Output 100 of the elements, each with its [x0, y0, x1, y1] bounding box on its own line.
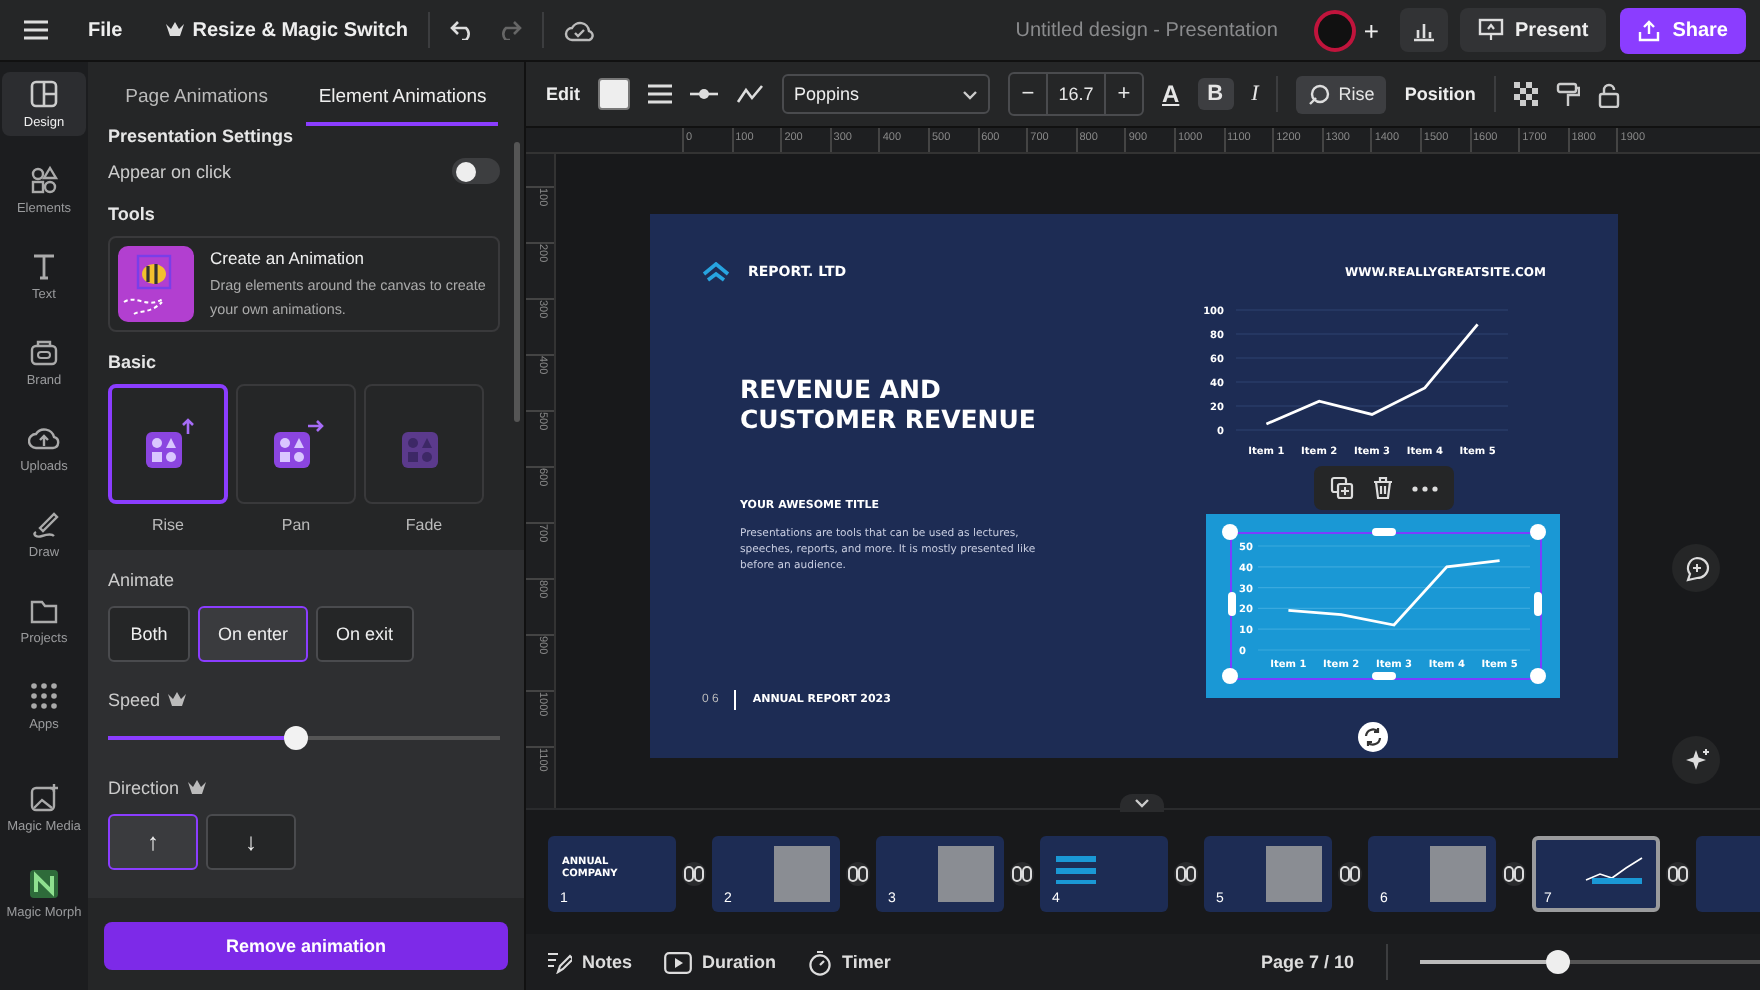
duplicate-icon[interactable] — [1330, 476, 1354, 500]
crown-icon — [187, 780, 206, 796]
pencil-lines-icon — [546, 950, 572, 974]
position-button[interactable]: Position — [1404, 84, 1476, 104]
animation-tile[interactable] — [364, 384, 484, 504]
photo-placeholder — [1430, 846, 1486, 902]
present-button[interactable]: Present — [1459, 8, 1607, 52]
transition-diagonal-icon — [684, 866, 704, 882]
chevron-logo-icon — [702, 262, 730, 282]
animate-option-button[interactable]: On enter — [198, 606, 309, 662]
file-menu[interactable]: File — [88, 19, 123, 41]
image-sparkle-icon — [28, 782, 60, 814]
resize-handle[interactable] — [1227, 592, 1235, 616]
transition-button[interactable] — [1502, 862, 1526, 886]
photo-placeholder — [938, 846, 994, 902]
zoom-slider[interactable] — [1420, 950, 1760, 974]
menu-icon[interactable] — [24, 20, 48, 40]
transparency-icon[interactable] — [1513, 82, 1538, 106]
add-comment-button[interactable] — [1672, 544, 1720, 592]
notes-button[interactable]: Notes — [546, 950, 633, 974]
insights-button[interactable] — [1399, 8, 1448, 52]
bold-button[interactable]: B — [1197, 78, 1234, 110]
direction-button[interactable]: ↓ — [206, 814, 296, 870]
slider-thumb[interactable] — [1546, 950, 1570, 974]
animation-tile[interactable] — [108, 384, 228, 504]
more-icon[interactable] — [1412, 485, 1438, 491]
upload-icon — [1638, 19, 1661, 41]
transition-icon — [1504, 866, 1524, 882]
transition-button[interactable] — [846, 862, 870, 886]
slide-title: CUSTOMER REVENUE — [740, 404, 1038, 434]
animation-tile[interactable] — [236, 384, 356, 504]
rotate-handle-icon[interactable] — [1358, 722, 1388, 752]
animate-option-button[interactable]: Both — [108, 606, 190, 662]
duration-button[interactable]: Duration — [664, 951, 777, 973]
slider-thumb[interactable] — [284, 726, 309, 750]
transition-button[interactable] — [1174, 862, 1198, 886]
toggle-label: Appear on click — [108, 161, 232, 181]
transition-icon — [1176, 866, 1196, 882]
decrease-size-button[interactable]: − — [1010, 74, 1046, 114]
line-end-icon[interactable] — [690, 86, 718, 102]
transition-button[interactable] — [1338, 862, 1362, 886]
transition-button[interactable] — [1666, 862, 1690, 886]
animate-button[interactable]: Rise — [1296, 75, 1387, 113]
photo-placeholder — [1266, 846, 1322, 902]
font-size-field[interactable]: 16.7 — [1046, 74, 1106, 114]
increase-size-button[interactable]: + — [1106, 74, 1142, 114]
animation-label: Rise — [151, 516, 184, 534]
resize-handle[interactable] — [1533, 592, 1541, 616]
avatar[interactable] — [1313, 9, 1356, 51]
add-collaborator-button[interactable]: + — [1363, 15, 1380, 45]
animate-option-button[interactable]: On exit — [316, 606, 414, 662]
toggle-switch[interactable] — [452, 158, 500, 184]
transition-button[interactable] — [682, 862, 706, 886]
stopwatch-icon — [808, 949, 833, 975]
grid-icon — [28, 680, 60, 712]
photo-placeholder — [774, 846, 830, 902]
direction-button[interactable]: ↑ — [108, 814, 198, 870]
color-swatch[interactable] — [598, 78, 630, 110]
paint-roller-icon[interactable] — [1555, 81, 1580, 107]
transition-button[interactable] — [1010, 862, 1034, 886]
transition-icon — [848, 866, 868, 882]
italic-button[interactable]: I — [1251, 82, 1259, 106]
layout-icon — [28, 78, 60, 110]
animation-icon — [1308, 83, 1331, 105]
line-chart-drawing — [1584, 856, 1644, 884]
font-dropdown[interactable]: Poppins — [782, 74, 990, 114]
pen-icon — [28, 508, 60, 540]
remove-animation-button[interactable]: Remove animation — [104, 922, 508, 970]
play-box-icon — [664, 951, 693, 973]
bee-drawing — [118, 246, 194, 322]
lock-icon[interactable] — [1597, 81, 1620, 107]
line-weight-icon[interactable] — [648, 84, 672, 104]
chevron-down-icon — [962, 89, 978, 99]
crown-icon — [168, 692, 187, 708]
curve-icon[interactable] — [736, 84, 764, 104]
slide[interactable] — [650, 214, 1618, 758]
panel-tab[interactable]: Element Animations — [306, 86, 499, 126]
collapse-tab[interactable] — [1120, 794, 1164, 812]
transition-icon — [1012, 866, 1032, 882]
slide-title: REVENUE AND — [740, 374, 943, 404]
sparkle-icon — [1683, 747, 1709, 773]
timer-button[interactable]: Timer — [808, 949, 891, 975]
resize-menu[interactable]: Resize & Magic Switch — [192, 19, 409, 41]
speed-slider[interactable] — [108, 726, 500, 750]
shapes-icon — [28, 164, 60, 196]
trash-icon[interactable] — [1372, 476, 1394, 500]
speech-bubble-plus-icon — [1683, 555, 1709, 581]
resize-handle[interactable] — [1371, 528, 1395, 536]
document-title[interactable]: Untitled design - Presentation — [1015, 19, 1278, 41]
panel-tab[interactable]: Page Animations — [113, 86, 280, 126]
cloud-check-icon[interactable] — [564, 19, 595, 41]
share-button[interactable]: Share — [1620, 7, 1746, 53]
edit-button[interactable]: Edit — [546, 84, 580, 104]
magic-button[interactable] — [1672, 736, 1720, 784]
resize-handle[interactable] — [1371, 672, 1395, 680]
presentation-icon — [1477, 18, 1504, 42]
transition-icon — [1668, 866, 1688, 882]
text-color-button[interactable]: A — [1162, 80, 1180, 108]
redo-icon[interactable] — [496, 20, 523, 40]
letter-t-icon — [28, 250, 60, 282]
